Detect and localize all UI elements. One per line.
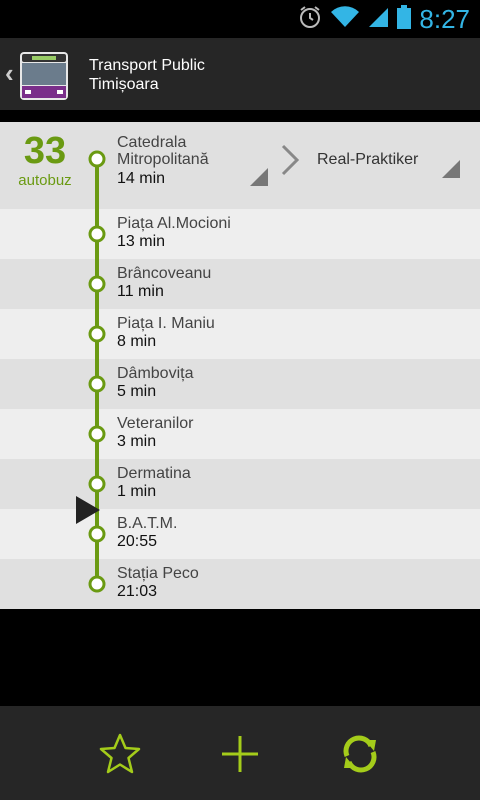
stop-time: 13 min	[117, 233, 166, 250]
stop-row[interactable]: Piața I. Maniu 8 min	[0, 309, 480, 359]
vehicle-position-icon	[76, 496, 100, 529]
stop-name: Brâncoveanu	[117, 265, 212, 282]
stop-row[interactable]: B.A.T.M. 20:55	[0, 509, 480, 559]
stop-row[interactable]: Brâncoveanu 11 min	[0, 259, 480, 309]
destination-selector[interactable]: Real-Praktiker	[317, 151, 418, 169]
stop-row[interactable]: Veteranilor 3 min	[0, 409, 480, 459]
current-stop-time: 14 min	[117, 170, 166, 187]
stop-time: 11 min	[117, 283, 164, 300]
stop-time: 8 min	[117, 333, 157, 350]
direction-arrow-icon	[280, 144, 300, 181]
signal-icon	[367, 6, 389, 33]
current-stop-line2: Mitropolitană	[117, 151, 209, 168]
stop-name: Piața Al.Mocioni	[117, 215, 231, 232]
stop-name: B.A.T.M.	[117, 515, 178, 532]
stop-time: 5 min	[117, 383, 157, 400]
bus-icon[interactable]	[18, 50, 70, 107]
stop-time: 21:03	[117, 583, 158, 600]
bottom-bar	[0, 706, 480, 800]
stop-name: Stația Peco	[117, 565, 199, 582]
stop-time: 20:55	[117, 533, 158, 550]
stop-row[interactable]: Piața Al.Mocioni 13 min	[0, 209, 480, 259]
action-bar: ‹ Transport Public Timișoara	[0, 38, 480, 110]
clock: 8:27	[419, 3, 470, 34]
app-title: Transport Public Timișoara	[89, 56, 205, 94]
alarm-icon	[297, 4, 323, 35]
line-number: 33	[23, 130, 67, 172]
stop-time: 3 min	[117, 433, 157, 450]
add-icon[interactable]	[218, 732, 262, 776]
stop-row[interactable]: Dermatina 1 min	[0, 459, 480, 509]
current-stop-selector[interactable]: Catedrala Mitropolitană	[117, 134, 209, 168]
current-stop-line1: Catedrala	[117, 134, 187, 151]
stop-name: Piața I. Maniu	[117, 315, 215, 332]
status-bar: 8:27	[0, 0, 480, 38]
app-title-line1: Transport Public	[89, 57, 205, 74]
destination-dropdown-icon[interactable]	[442, 160, 460, 183]
line-type: autobuz	[18, 172, 72, 189]
app-title-line2: Timișoara	[89, 76, 159, 93]
line-header: 33 autobuz Catedrala Mitropolitană 14 mi…	[0, 122, 480, 209]
stop-dropdown-icon[interactable]	[250, 168, 268, 191]
stop-row[interactable]: Stația Peco 21:03	[0, 559, 480, 609]
wifi-icon	[331, 5, 360, 33]
star-icon[interactable]	[98, 732, 142, 776]
battery-icon	[397, 4, 412, 34]
stop-row[interactable]: Dâmbovița 5 min	[0, 359, 480, 409]
stop-name: Veteranilor	[117, 415, 194, 432]
back-chevron-icon[interactable]: ‹	[5, 58, 14, 89]
status-icons: 8:27	[289, 0, 480, 38]
stop-name: Dermatina	[117, 465, 191, 482]
stop-name: Dâmbovița	[117, 365, 194, 382]
refresh-icon[interactable]	[338, 732, 382, 776]
stop-time: 1 min	[117, 483, 157, 500]
